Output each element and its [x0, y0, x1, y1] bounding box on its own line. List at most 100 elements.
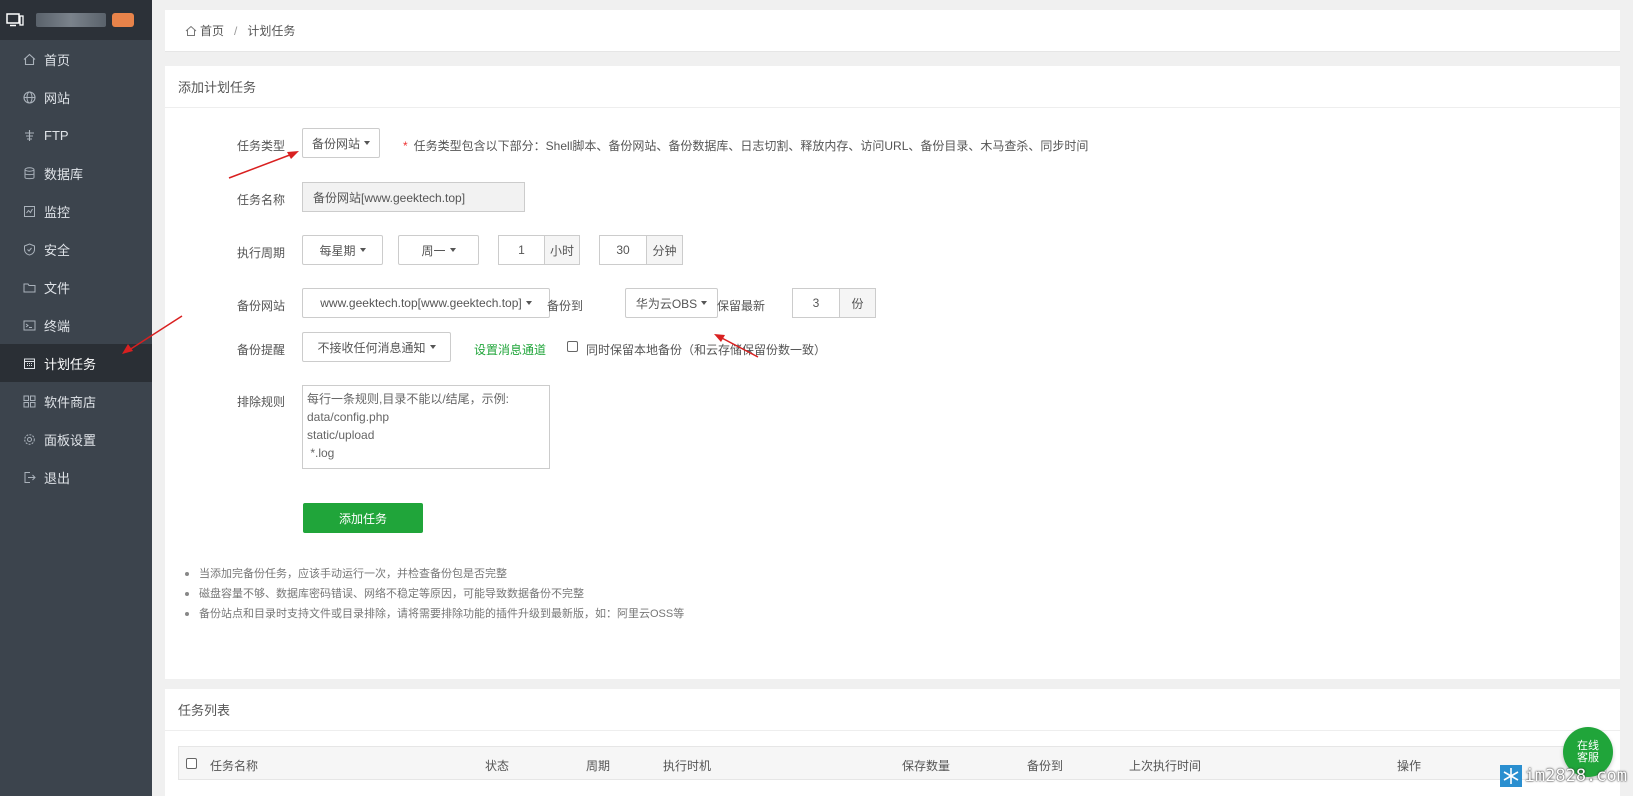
- folder-icon: [22, 280, 36, 294]
- period-type-select[interactable]: 每星期: [302, 235, 383, 265]
- snowflake-icon: [1499, 765, 1522, 787]
- sidebar-item-9[interactable]: 软件商店: [0, 382, 152, 420]
- sidebar-item-1[interactable]: 网站: [0, 78, 152, 116]
- gear-icon: [22, 432, 36, 446]
- hour-unit: 小时: [544, 235, 580, 265]
- exclude-placeholder-line: data/config.php: [307, 410, 390, 424]
- keep-latest-label: 保留最新: [716, 299, 765, 313]
- apps-icon: [22, 394, 36, 408]
- sidebar-item-label: 退出: [44, 470, 71, 486]
- watermark-text: im2828.com: [1524, 766, 1627, 786]
- note-item: 备份站点和目录时支持文件或目录排除，请将需要排除功能的插件升级到最新版，如：阿里…: [185, 604, 684, 624]
- support-line2: 客服: [1577, 752, 1599, 764]
- notes-list: 当添加完备份任务，应该手动运行一次，并检查备份包是否完整 磁盘容量不够、数据库密…: [185, 564, 684, 624]
- breadcrumb: 首页 / 计划任务: [165, 10, 1620, 52]
- period-day-select[interactable]: 周一: [398, 235, 479, 265]
- col-task-name[interactable]: 任务名称: [210, 757, 258, 774]
- task-type-select[interactable]: 备份网站: [302, 128, 380, 158]
- col-actions: 操作: [1397, 759, 1422, 773]
- hour-input[interactable]: 1: [498, 235, 545, 265]
- task-list-title: 任务列表: [165, 689, 1620, 731]
- chevron-down-icon: [364, 141, 370, 145]
- watermark: im2828.com: [1499, 765, 1627, 787]
- sidebar-item-3[interactable]: 数据库: [0, 154, 152, 192]
- sidebar-item-label: 文件: [44, 280, 71, 296]
- sidebar-item-4[interactable]: 监控: [0, 192, 152, 230]
- breadcrumb-home[interactable]: 首页: [200, 22, 224, 39]
- col-backup-to: 备份到: [1027, 759, 1064, 773]
- breadcrumb-separator: /: [234, 23, 238, 38]
- breadcrumb-current: 计划任务: [247, 24, 296, 38]
- period-type-value: 每星期: [319, 243, 356, 258]
- task-type-hint: * 任务类型包含以下部分：Shell脚本、备份网站、备份数据库、日志切割、释放内存…: [403, 137, 1088, 154]
- server-icon: [6, 13, 24, 27]
- hour-value: 1: [518, 243, 525, 257]
- task-name-label: 任务名称: [236, 193, 285, 207]
- exclude-placeholder-line: static/upload: [307, 428, 375, 442]
- sidebar-item-label: 安全: [44, 242, 71, 258]
- exclude-rules-textarea[interactable]: 每行一条规则,目录不能以/结尾，示例: data/config.php stat…: [302, 385, 550, 469]
- sidebar-item-label: 首页: [44, 52, 71, 68]
- shield-icon: [22, 242, 36, 256]
- sidebar: 首页网站 FTP 数据库监控安全文件终端计划任务软件商店面板设置退出: [0, 0, 152, 796]
- sidebar-item-label: 计划任务: [44, 356, 97, 372]
- sidebar-item-11[interactable]: 退出: [0, 458, 152, 496]
- sidebar-item-label: 网站: [44, 90, 71, 106]
- note-item: 磁盘容量不够、数据库密码错误、网络不稳定等原因，可能导致数据备份不完整: [185, 584, 684, 604]
- exclude-placeholder-line: 每行一条规则,目录不能以/结尾，示例:: [307, 392, 510, 406]
- local-backup-label: 同时保留本地备份（和云存储保留份数一致）: [586, 343, 827, 357]
- col-last-run: 上次执行时间: [1129, 759, 1202, 773]
- notify-label: 备份提醒: [236, 343, 285, 357]
- sidebar-item-label: 监控: [44, 204, 71, 220]
- col-period: 周期: [586, 759, 611, 773]
- keep-count-input[interactable]: 3: [792, 288, 840, 318]
- backup-site-select[interactable]: www.geektech.top[www.geektech.top]: [302, 288, 550, 318]
- home-icon[interactable]: [185, 25, 197, 37]
- sidebar-item-label: 软件商店: [44, 394, 97, 410]
- backup-site-label: 备份网站: [236, 299, 285, 313]
- sidebar-item-5[interactable]: 安全: [0, 230, 152, 268]
- sidebar-item-0[interactable]: 首页: [0, 40, 152, 78]
- main-content: 首页 / 计划任务 添加计划任务 任务类型 备份网站 * 任务类型包含以下部分：S…: [122, 0, 1633, 796]
- logout-icon: [22, 470, 36, 484]
- exclude-placeholder-line: *.log: [307, 446, 335, 460]
- add-task-panel: 添加计划任务 任务类型 备份网站 * 任务类型包含以下部分：Shell脚本、备份网…: [165, 66, 1620, 679]
- chevron-down-icon: [429, 345, 436, 349]
- sidebar-item-6[interactable]: 文件: [0, 268, 152, 306]
- sidebar-menu: 首页网站 FTP 数据库监控安全文件终端计划任务软件商店面板设置退出: [0, 40, 152, 496]
- local-backup-checkbox[interactable]: [567, 341, 578, 352]
- set-message-channel-link[interactable]: 设置消息通道: [474, 341, 546, 358]
- globe-icon: [22, 90, 36, 104]
- task-list-panel: 任务列表 任务名称 状态 周期 执行时机 保存数量 备份到 上次执行时间 操作: [165, 689, 1620, 796]
- table-header: 任务名称 状态 周期 执行时机 保存数量 备份到 上次执行时间 操作: [178, 746, 1607, 780]
- task-name-field[interactable]: 备份网站[www.geektech.top]: [302, 182, 525, 212]
- server-name-redacted: [36, 13, 106, 27]
- sidebar-item-2[interactable]: FTP: [0, 116, 152, 154]
- period-day-value: 周一: [421, 243, 446, 258]
- terminal-icon: [22, 318, 36, 332]
- add-task-button[interactable]: 添加任务: [303, 503, 423, 533]
- annotation-arrow-icon: [228, 151, 299, 179]
- sidebar-item-label: 终端: [44, 318, 71, 334]
- sidebar-item-10[interactable]: 面板设置: [0, 420, 152, 458]
- annotation-arrow-icon: [714, 334, 759, 358]
- home-icon: [22, 52, 36, 66]
- note-item: 当添加完备份任务，应该手动运行一次，并检查备份包是否完整: [185, 564, 684, 584]
- minute-value: 30: [616, 243, 630, 257]
- monitor-icon: [22, 204, 36, 218]
- minute-input[interactable]: 30: [599, 235, 647, 265]
- col-exec-time: 执行时机: [663, 759, 712, 773]
- annotation-arrow-icon: [122, 315, 183, 354]
- col-keep-count: 保存数量: [902, 759, 951, 773]
- required-star: *: [403, 139, 408, 153]
- version-badge[interactable]: [112, 13, 134, 27]
- calendar-icon: [22, 356, 36, 370]
- task-type-hint-text: 任务类型包含以下部分：Shell脚本、备份网站、备份数据库、日志切割、释放内存、…: [413, 139, 1089, 153]
- select-all-checkbox[interactable]: [186, 758, 197, 769]
- exclude-rules-label: 排除规则: [236, 395, 285, 409]
- support-line1: 在线: [1577, 740, 1599, 752]
- backup-site-value: www.geektech.top[www.geektech.top]: [320, 296, 522, 310]
- sidebar-header: [0, 0, 152, 40]
- col-status: 状态: [485, 759, 510, 773]
- notify-select[interactable]: 不接收任何消息通知: [302, 332, 451, 362]
